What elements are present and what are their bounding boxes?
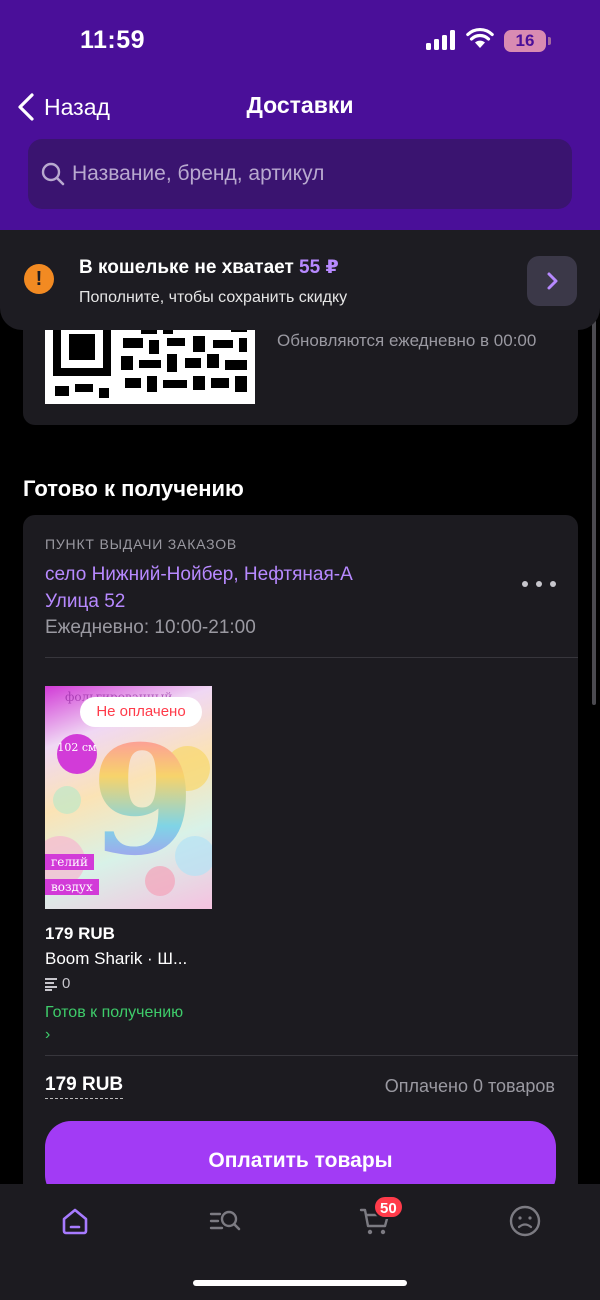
- pickup-address-line1: село Нижний-Нойбер, Нефтяная-А: [45, 564, 353, 585]
- wallet-title-text: В кошельке не хватает: [79, 257, 294, 278]
- pickup-address[interactable]: село Нижний-Нойбер, Нефтяная-А Улица 52: [45, 561, 465, 615]
- search-icon: [41, 162, 65, 186]
- pickup-card: ПУНКТ ВЫДАЧИ ЗАКАЗОВ село Нижний-Нойбер,…: [23, 515, 578, 1215]
- paid-count: Оплачено 0 товаров: [384, 1076, 555, 1096]
- home-icon: [62, 1208, 88, 1235]
- image-tag-helium: гелий: [45, 854, 95, 870]
- item-quantity-value: 0: [62, 975, 71, 992]
- order-total[interactable]: 179 RUB: [45, 1074, 124, 1099]
- dot-icon: [536, 581, 542, 587]
- chevron-right-icon[interactable]: ›: [45, 1026, 50, 1044]
- wallet-amount: 55 ₽: [299, 257, 339, 278]
- pickup-hours: Ежедневно: 10:00-21:00: [45, 617, 256, 638]
- more-options-button[interactable]: [518, 573, 560, 595]
- item-price: 179 RUB: [45, 924, 115, 943]
- tab-bar: 50: [0, 1184, 600, 1300]
- balloon-digit-image: 9: [91, 713, 196, 889]
- tab-catalog[interactable]: [205, 1201, 245, 1241]
- qr-update-note: Обновляются ежедневно в 00:00: [277, 331, 537, 350]
- pickup-label: ПУНКТ ВЫДАЧИ ЗАКАЗОВ: [45, 536, 238, 552]
- home-indicator: [193, 1280, 407, 1286]
- divider: [45, 657, 578, 658]
- item-brand[interactable]: Boom Sharik · Ш...: [45, 949, 210, 969]
- back-label: Назад: [44, 93, 110, 120]
- dot-icon: [522, 581, 528, 587]
- search-bar[interactable]: [28, 139, 572, 209]
- tab-home[interactable]: [55, 1201, 95, 1241]
- wallet-subtitle: Пополните, чтобы сохранить скидку: [79, 289, 348, 306]
- signal-icon: [426, 30, 458, 50]
- unpaid-badge: Не оплачено: [80, 697, 202, 727]
- catalog-search-icon: [209, 1210, 241, 1231]
- tab-profile[interactable]: [505, 1201, 545, 1241]
- battery-indicator: 16: [504, 30, 551, 52]
- image-size-chip: 102 см: [57, 734, 97, 774]
- back-button[interactable]: Назад: [16, 90, 110, 124]
- item-status[interactable]: Готов к получению: [45, 1004, 183, 1022]
- wallet-banner[interactable]: ! В кошельке не хватает 55 ₽ Пополните, …: [0, 230, 600, 330]
- dot-icon: [550, 581, 556, 587]
- header: 11:59 16 Назад Доставки: [0, 0, 600, 230]
- wallet-open-button[interactable]: [527, 256, 577, 306]
- search-input[interactable]: [72, 162, 552, 186]
- scrollbar[interactable]: [592, 320, 596, 705]
- item-quantity: 0: [45, 975, 70, 992]
- chevron-right-icon: [547, 272, 558, 290]
- list-icon: [45, 977, 57, 991]
- cart-count-badge: 50: [373, 1195, 404, 1219]
- wifi-icon: [466, 27, 494, 48]
- status-time: 11:59: [80, 26, 146, 54]
- warning-icon: !: [24, 264, 54, 294]
- image-tag-air: воздух: [45, 879, 99, 895]
- divider: [45, 1055, 578, 1056]
- chevron-left-icon: [18, 93, 34, 121]
- pickup-address-line2: Улица 52: [45, 591, 126, 612]
- section-title: Готово к получению: [23, 476, 244, 501]
- profile-icon: [509, 1205, 541, 1237]
- wallet-title: В кошельке не хватает 55 ₽: [79, 256, 339, 279]
- status-bar: 11:59 16: [0, 0, 600, 80]
